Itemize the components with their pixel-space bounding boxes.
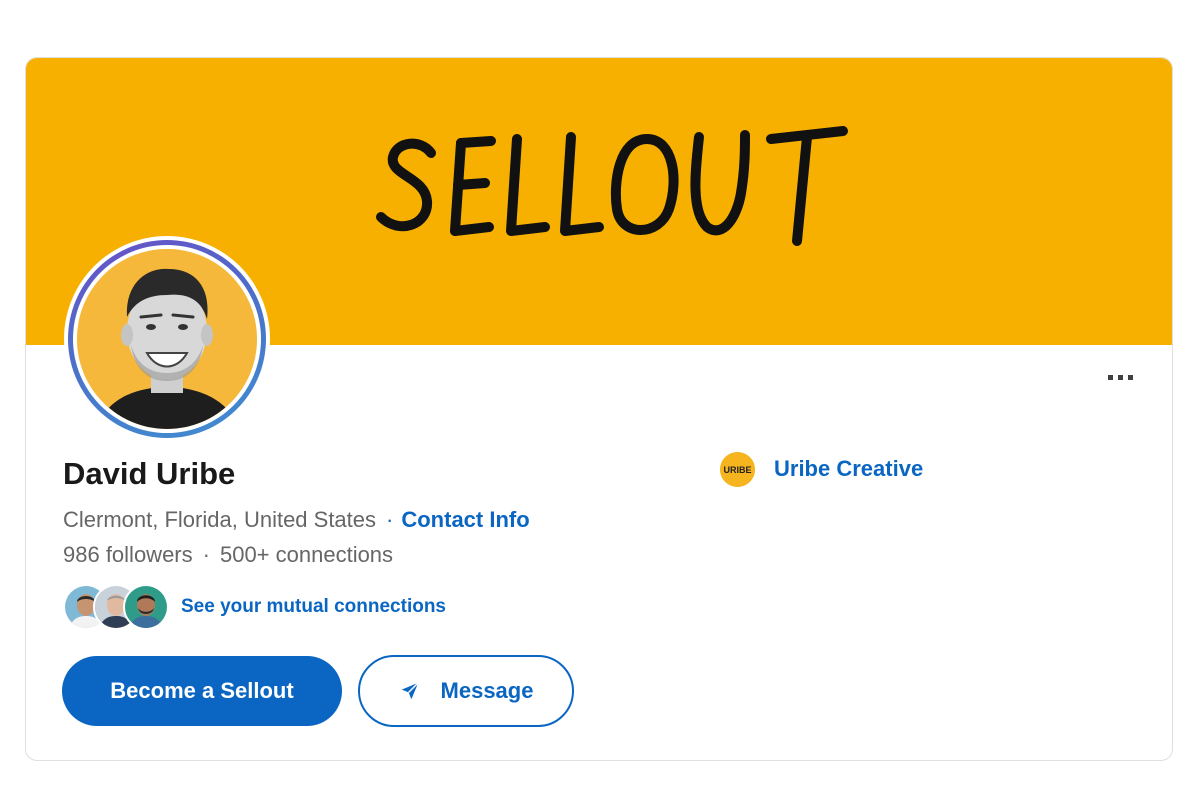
profile-name: David Uribe [63, 456, 236, 491]
become-a-sellout-button[interactable]: Become a Sellout [62, 656, 342, 726]
more-dot [1107, 374, 1113, 380]
location-line: Clermont, Florida, United States · Contact… [63, 507, 530, 533]
send-icon [399, 680, 421, 702]
followers-count: 986 followers [63, 542, 193, 567]
open-to-work-ring [68, 240, 266, 438]
sellout-lettering [376, 126, 848, 246]
profile-avatar[interactable] [64, 236, 270, 442]
location-text: Clermont, Florida, United States [63, 507, 377, 532]
more-dot [1127, 374, 1133, 380]
mutual-connections[interactable]: See your mutual connections [63, 583, 446, 631]
connections-count: 500+ connections [219, 542, 394, 567]
company-name: Uribe Creative [774, 456, 924, 481]
svg-text:URIBE: URIBE [723, 465, 751, 475]
separator-dot: · [202, 542, 210, 567]
profile-card: David Uribe Clermont, Florida, United St… [25, 57, 1173, 761]
separator-dot: · [386, 507, 394, 532]
avatar [123, 584, 169, 630]
current-company[interactable]: URIBE Uribe Creative [720, 451, 923, 487]
more-options-button[interactable] [1100, 362, 1140, 392]
network-stats: 986 followers · 500+ connections [63, 542, 393, 568]
avatar-photo [77, 249, 257, 429]
message-button[interactable]: Message [358, 655, 574, 727]
mutual-avatar-stack [63, 584, 169, 630]
mutual-connections-link[interactable]: See your mutual connections [181, 596, 446, 618]
uribe-creative-logo: URIBE [720, 451, 755, 487]
portrait-illustration [77, 249, 257, 429]
message-label: Message [440, 678, 534, 703]
more-dot [1117, 374, 1123, 380]
contact-info-link[interactable]: Contact Info [401, 507, 529, 532]
